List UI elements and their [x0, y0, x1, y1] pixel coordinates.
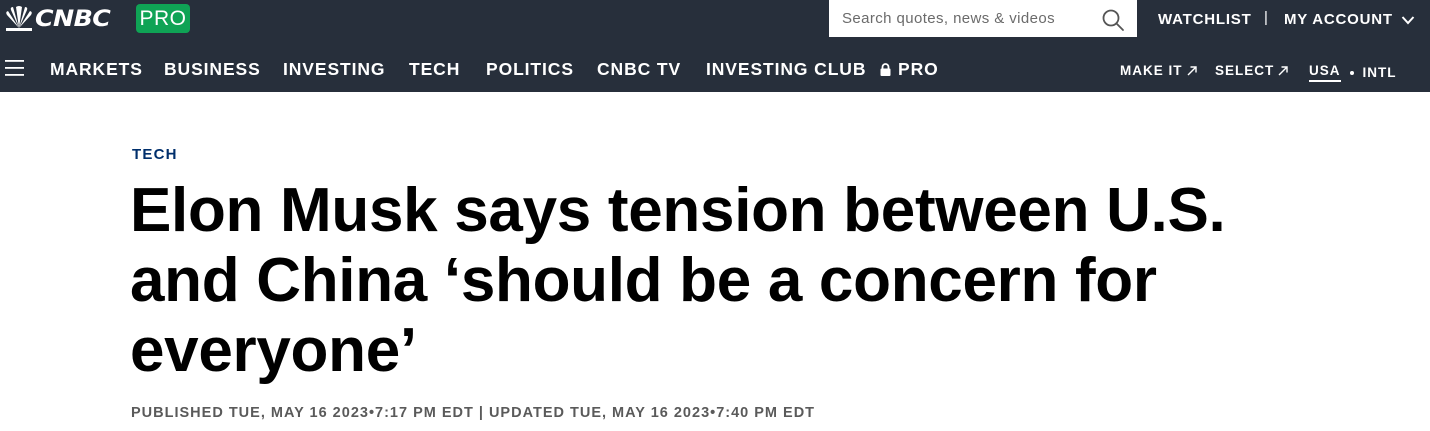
article-headline: Elon Musk says tension between U.S. and … [130, 176, 1226, 385]
nav-pro[interactable]: PRO [898, 59, 939, 80]
nav-politics[interactable]: POLITICS [486, 59, 574, 80]
make-it-link[interactable]: MAKE IT [1120, 63, 1197, 78]
search-box[interactable] [829, 0, 1137, 37]
nav-investing-club[interactable]: INVESTING CLUB [706, 59, 891, 80]
nav-business[interactable]: BUSINESS [164, 59, 261, 80]
external-arrow-icon [1278, 65, 1288, 75]
select-link[interactable]: SELECT [1215, 63, 1288, 78]
watchlist-link[interactable]: WATCHLIST [1158, 11, 1252, 28]
region-separator-dot [1349, 70, 1354, 75]
my-account-label: MY ACCOUNT [1284, 11, 1393, 28]
pro-badge[interactable]: PRO [136, 4, 190, 33]
chevron-down-icon [1401, 15, 1415, 24]
header-separator: | [1264, 9, 1269, 26]
region-switcher: USA INTL [1309, 63, 1397, 82]
nav-tech[interactable]: TECH [409, 59, 460, 80]
search-icon[interactable] [1101, 8, 1125, 32]
select-label: SELECT [1215, 63, 1275, 78]
nav-investing-club-label: INVESTING CLUB [706, 59, 867, 79]
nav-cnbc-tv[interactable]: CNBC TV [597, 59, 681, 80]
peacock-logo-icon [6, 6, 32, 31]
region-intl-link[interactable]: INTL [1363, 65, 1397, 80]
nav-investing[interactable]: INVESTING [283, 59, 385, 80]
cnbc-logo[interactable]: CNBC [4, 4, 111, 34]
hamburger-menu-icon[interactable] [5, 59, 24, 77]
article-timestamp: PUBLISHED TUE, MAY 16 2023•7:17 PM EDT |… [131, 405, 816, 421]
my-account-menu[interactable]: MY ACCOUNT [1284, 11, 1415, 28]
lock-icon [880, 63, 891, 76]
logo-wordmark: CNBC [35, 6, 111, 32]
article-section-link[interactable]: TECH [132, 146, 178, 163]
search-input[interactable] [829, 10, 1089, 27]
region-usa-link[interactable]: USA [1309, 63, 1341, 82]
make-it-label: MAKE IT [1120, 63, 1183, 78]
external-arrow-icon [1187, 65, 1197, 75]
site-header: CNBC PRO WATCHLIST | MY ACCOUNT MARKETS … [0, 0, 1430, 92]
nav-markets[interactable]: MARKETS [50, 59, 143, 80]
